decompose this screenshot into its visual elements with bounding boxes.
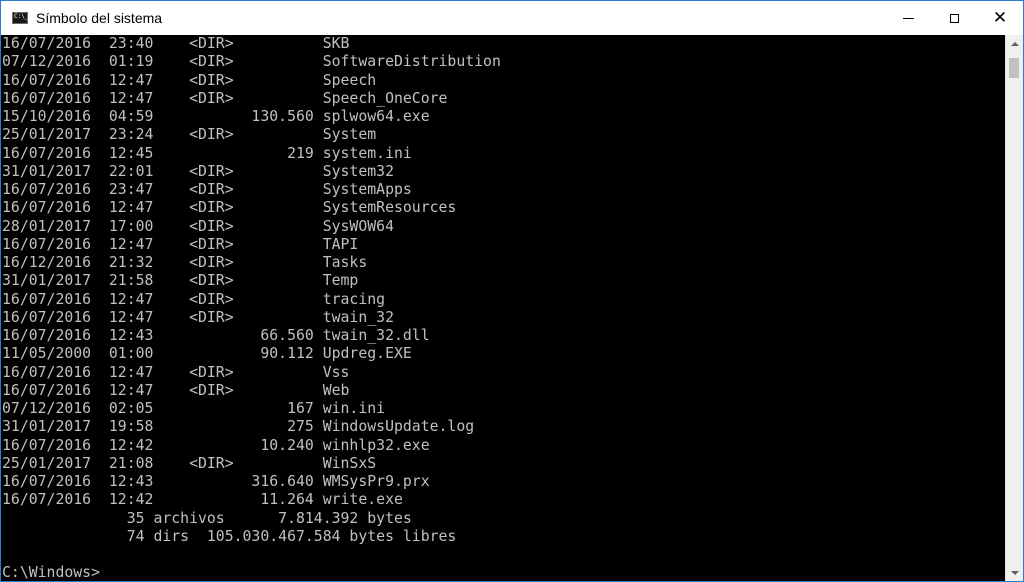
console-line: C:\Windows>	[2, 564, 100, 581]
console-line: 16/07/2016 23:40 <DIR> SKB	[2, 35, 350, 52]
console-line: 16/07/2016 12:47 <DIR> Vss	[2, 363, 350, 381]
console-line: 16/12/2016 21:32 <DIR> Tasks	[2, 254, 368, 271]
console-line: 07/12/2016 01:19 <DIR> SoftwareDistribut…	[2, 53, 501, 71]
console-line: 16/07/2016 12:47 <DIR> Web	[2, 381, 350, 399]
console-line: 11/05/2000 01:00 90.112 Updreg.EXE	[2, 345, 412, 363]
console-line: 31/01/2017 21:58 <DIR> Temp	[2, 272, 359, 290]
console-line: 16/07/2016 12:47 <DIR> Speech_OneCore	[2, 89, 448, 107]
console-line: 16/07/2016 12:47 <DIR> SystemResources	[2, 199, 457, 217]
title-bar[interactable]: Símbolo del sistema ✕	[1, 1, 1023, 35]
scroll-thumb[interactable]	[1009, 58, 1019, 78]
console-line: 16/07/2016 12:42 10.240 winhlp32.exe	[2, 436, 430, 454]
console-line: 31/01/2017 19:58 275 WindowsUpdate.log	[2, 418, 475, 436]
minimize-icon	[902, 17, 914, 19]
console-output[interactable]: 16/07/2016 23:40 <DIR> SKB 07/12/2016 01:…	[1, 35, 1005, 581]
console-line: 25/01/2017 21:08 <DIR> WinSxS	[2, 454, 377, 472]
console-line: 07/12/2016 02:05 167 win.ini	[2, 400, 386, 417]
vertical-scrollbar[interactable]	[1005, 35, 1023, 581]
console-line: 16/07/2016 12:43 316.640 WMSysPr9.prx	[2, 473, 430, 490]
console-text[interactable]: 16/07/2016 23:40 <DIR> SKB 07/12/2016 01:…	[2, 35, 501, 581]
console-line: 16/07/2016 12:47 <DIR> twain_32	[2, 308, 394, 326]
console-line: 74 dirs 105.030.467.584 bytes libres	[2, 527, 457, 545]
console-line: 16/07/2016 23:47 <DIR> SystemApps	[2, 181, 412, 198]
console-line: 16/07/2016 12:47 <DIR> tracing	[2, 290, 386, 308]
window-title: Símbolo del sistema	[36, 10, 163, 26]
console-line: 25/01/2017 23:24 <DIR> System	[2, 126, 377, 144]
arrow-up-icon	[1010, 41, 1019, 46]
minimize-button[interactable]	[885, 1, 931, 35]
scroll-up-button[interactable]	[1006, 35, 1023, 52]
command-prompt-window: Símbolo del sistema ✕ 16/07/2016 23:40 <…	[0, 0, 1024, 582]
maximize-icon	[949, 13, 959, 23]
console-line: 16/07/2016 12:43 66.560 twain_32.dll	[2, 327, 430, 344]
cmd-icon[interactable]	[12, 12, 28, 24]
console-line: 15/10/2016 04:59 130.560 splwow64.exe	[2, 108, 430, 125]
console-line: 16/07/2016 12:47 <DIR> TAPI	[2, 235, 359, 253]
arrow-down-icon	[1010, 570, 1019, 575]
console-line: 31/01/2017 22:01 <DIR> System32	[2, 162, 394, 180]
console-line: 16/07/2016 12:47 <DIR> Speech	[2, 71, 377, 89]
console-line: 16/07/2016 12:45 219 system.ini	[2, 144, 412, 162]
maximize-button[interactable]	[931, 1, 977, 35]
console-line: 28/01/2017 17:00 <DIR> SysWOW64	[2, 217, 394, 235]
console-line: 16/07/2016 12:42 11.264 write.exe	[2, 491, 403, 509]
close-icon: ✕	[992, 7, 1008, 28]
console-line: 35 archivos 7.814.392 bytes	[2, 509, 412, 527]
window-controls: ✕	[885, 1, 1023, 35]
close-button[interactable]: ✕	[977, 1, 1023, 35]
scroll-down-button[interactable]	[1006, 564, 1023, 581]
